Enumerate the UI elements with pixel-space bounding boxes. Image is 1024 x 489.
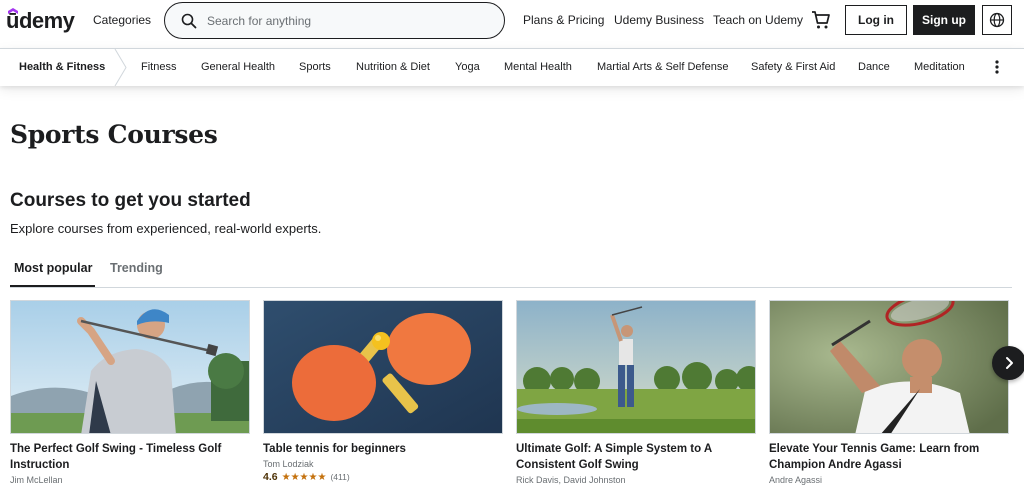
active-tab-indicator [10, 285, 95, 287]
globe-icon [989, 12, 1005, 28]
search-icon[interactable] [171, 3, 207, 39]
course-rating: 4.6 ★★★★★ (411) [263, 471, 503, 483]
section-subtitle: Explore courses from experienced, real-w… [10, 221, 322, 236]
course-tabs: Most popular Trending [10, 252, 1012, 288]
carousel-next-button[interactable] [992, 346, 1024, 380]
course-author: Rick Davis, David Johnston [516, 475, 626, 485]
category-bar: Health & Fitness Fitness General Health … [0, 48, 1024, 86]
language-button[interactable] [982, 5, 1012, 35]
course-card[interactable]: The Perfect Golf Swing - Timeless Golf I… [10, 300, 250, 485]
course-card[interactable]: Table tennis for beginners Tom Lodziak 4… [263, 300, 503, 483]
cart-icon[interactable] [810, 9, 832, 31]
course-title[interactable]: Elevate Your Tennis Game: Learn from Cha… [769, 441, 1009, 473]
tab-trending[interactable]: Trending [110, 261, 163, 275]
chevron-right-icon [1006, 357, 1013, 369]
course-thumbnail-golfer-swing[interactable] [10, 300, 250, 434]
signup-button[interactable]: Sign up [913, 5, 975, 35]
udemy-business-link[interactable]: Udemy Business [614, 13, 704, 27]
plans-pricing-link[interactable]: Plans & Pricing [523, 13, 604, 27]
course-thumbnail-golf-course[interactable] [516, 300, 756, 434]
course-card[interactable]: Ultimate Golf: A Simple System to A Cons… [516, 300, 756, 485]
course-title[interactable]: The Perfect Golf Swing - Timeless Golf I… [10, 441, 250, 473]
categories-link[interactable]: Categories [93, 13, 151, 27]
tab-most-popular[interactable]: Most popular [14, 261, 92, 275]
category-item-safety-first-aid[interactable]: Safety & First Aid [751, 61, 835, 73]
course-author: Andre Agassi [769, 475, 823, 485]
breadcrumb-chevron-icon [114, 49, 127, 86]
category-item-fitness[interactable]: Fitness [141, 61, 176, 73]
category-item-dance[interactable]: Dance [858, 61, 890, 73]
rating-count: (411) [330, 472, 350, 482]
current-category[interactable]: Health & Fitness [19, 61, 105, 73]
top-header: ūdemy Categories Plans & Pricing Udemy B… [0, 0, 1024, 44]
category-item-nutrition-diet[interactable]: Nutrition & Diet [356, 61, 430, 73]
rating-stars-icon: ★★★★★ [281, 471, 327, 483]
search-bar[interactable] [164, 2, 505, 39]
course-card[interactable]: Elevate Your Tennis Game: Learn from Cha… [769, 300, 1009, 485]
category-item-yoga[interactable]: Yoga [455, 61, 480, 73]
logo-hat-icon [8, 8, 18, 14]
course-thumbnail-tennis-player[interactable] [769, 300, 1009, 434]
search-input[interactable] [207, 13, 487, 28]
course-thumbnail-ping-pong[interactable] [263, 300, 503, 434]
course-author: Tom Lodziak [263, 459, 314, 469]
category-item-martial-arts[interactable]: Martial Arts & Self Defense [597, 61, 728, 73]
course-title[interactable]: Table tennis for beginners [263, 441, 503, 457]
category-item-sports[interactable]: Sports [299, 61, 331, 73]
category-item-mental-health[interactable]: Mental Health [504, 61, 572, 73]
login-button[interactable]: Log in [845, 5, 907, 35]
more-vertical-icon[interactable] [991, 59, 1003, 75]
course-author: Jim McLellan [10, 475, 63, 485]
rating-value: 4.6 [263, 471, 278, 483]
course-title[interactable]: Ultimate Golf: A Simple System to A Cons… [516, 441, 756, 473]
category-item-general-health[interactable]: General Health [201, 61, 275, 73]
udemy-logo[interactable]: ūdemy [6, 8, 75, 34]
section-title: Courses to get you started [10, 190, 251, 211]
teach-on-udemy-link[interactable]: Teach on Udemy [713, 13, 803, 27]
category-item-meditation[interactable]: Meditation [914, 61, 965, 73]
page-title: Sports Courses [10, 120, 218, 149]
